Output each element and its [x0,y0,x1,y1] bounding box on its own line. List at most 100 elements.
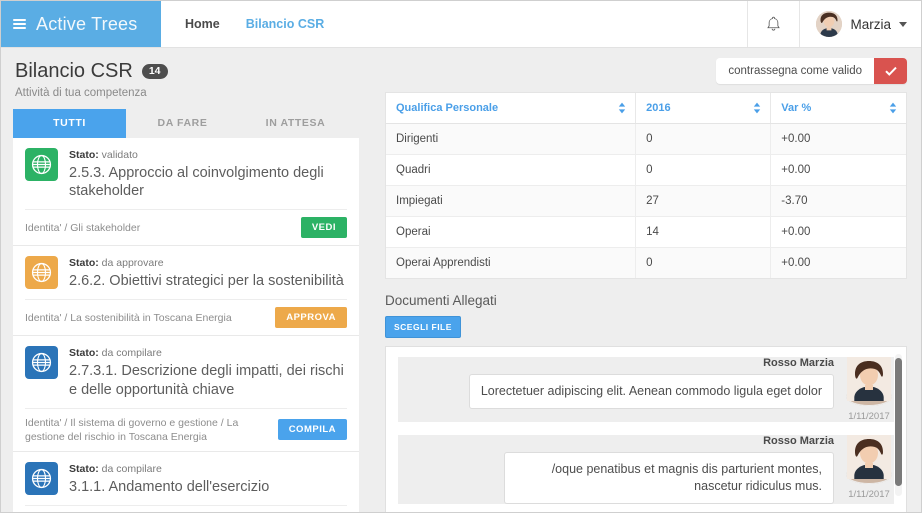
cell-var: +0.00 [770,247,906,278]
cell-qualifica: Impiegati [386,185,637,217]
task-main: Stato: da approvare 2.6.2. Obiettivi str… [25,256,347,290]
table-row: Impiegati 27 -3.70 [386,185,906,217]
task-status-value: da compilare [101,462,162,475]
cell-2016: 27 [635,185,772,217]
cell-var: -3.70 [770,185,906,217]
task-count-badge: 14 [141,63,168,80]
nav-links: Home Bilancio CSR [161,1,324,47]
page-title: Bilancio CSR [15,60,133,82]
task-main: Stato: da compilare 2.7.3.1. Descrizione… [25,346,347,398]
table-header-row: Qualifica Personale 2016 Var % [386,93,906,124]
comment-author: Rosso Marzia [763,357,834,369]
task-title: 3.1.1. Andamento dell'esercizio [69,478,270,495]
cell-qualifica: Operai [386,216,637,248]
table-row: Operai Apprendisti 0 +0.00 [386,247,906,278]
task-item[interactable]: Stato: da compilare 3.1.1. Andamento del… [13,451,359,512]
validate-control[interactable]: contrassegna come valido [716,58,907,84]
task-status-value: validato [101,149,138,161]
avatar [846,435,892,484]
globe-icon [25,346,58,380]
task-status-label: Stato: [69,462,99,475]
page-title-row: Bilancio CSR 14 [15,60,357,83]
comments-scrollbar[interactable] [895,354,902,496]
col-header-var[interactable]: Var % [770,93,906,124]
globe-icon [25,461,58,495]
cell-2016: 0 [635,123,772,155]
sort-updown-icon[interactable] [753,102,761,114]
app-window: Active Trees Home Bilancio CSR Marzia Bi… [0,0,922,513]
cell-2016: 14 [635,216,772,248]
comment-body: Rosso Marzia /oque penatibus et magnis d… [398,435,834,504]
personnel-table-card: Qualifica Personale 2016 Var % Dirigenti… [385,92,907,279]
task-item[interactable]: Stato: da approvare 2.6.2. Obiettivi str… [13,246,359,337]
nav-link-home[interactable]: Home [185,17,220,31]
comment-author: Rosso Marzia [763,435,834,447]
task-item[interactable]: Stato: validato 2.5.3. Approccio al coin… [13,138,359,247]
tab-da-fare[interactable]: DA FARE [126,109,239,138]
page-subtitle: Attività di tua competenza [15,87,147,99]
task-text: Stato: da compilare 3.1.1. Andamento del… [69,462,347,496]
task-action-button[interactable]: VEDI [300,217,347,239]
brand-area[interactable]: Active Trees [1,1,161,47]
bell-icon [767,16,781,31]
task-text: Stato: validato 2.5.3. Approccio al coin… [69,148,347,200]
top-navbar: Active Trees Home Bilancio CSR Marzia [1,1,921,48]
task-action-button[interactable]: COMPILA [277,419,347,441]
sort-updown-icon[interactable] [618,102,626,114]
col-header-2016[interactable]: 2016 [635,93,772,124]
comment-date: 1/11/2017 [848,489,890,500]
task-footer: Identita' / La sostenibilità in Toscana … [25,299,347,335]
sort-updown-icon[interactable] [889,102,897,114]
comment-date: 1/11/2017 [848,411,890,422]
globe-icon [25,256,58,290]
task-list[interactable]: Stato: validato 2.5.3. Approccio al coin… [13,138,359,512]
hamburger-icon[interactable] [13,19,26,29]
task-status-label: Stato: [69,347,99,360]
table-row: Dirigenti 0 +0.00 [386,123,906,155]
comment-item: 1/11/2017 Rosso Marzia Lorectetuer adipi… [398,357,894,422]
task-status-label: Stato: [69,257,99,270]
right-panel: contrassegna come valido Qualifica Perso… [371,48,921,512]
comment-meta: 1/11/2017 [844,357,894,422]
nav-right: Marzia [747,1,921,47]
task-status-label: Stato: [69,149,99,161]
avatar [846,357,892,406]
table-row: Quadri 0 +0.00 [386,154,906,186]
notifications-button[interactable] [748,16,799,32]
globe-icon [25,148,58,181]
validate-bar: contrassegna come valido [371,48,921,92]
caret-down-icon[interactable] [899,21,907,27]
task-action-button[interactable]: APPROVA [275,307,347,329]
cell-var: +0.00 [770,123,906,155]
task-main: Stato: validato 2.5.3. Approccio al coin… [25,148,347,200]
cell-2016: 0 [635,154,772,186]
choose-file-button[interactable]: SCEGLI FILE [385,316,461,338]
nav-link-bilancio-csr[interactable]: Bilancio CSR [246,17,325,31]
task-footer: Identita' / Il sistema di governo e gest… [25,407,347,451]
task-title: 2.6.2. Obiettivi strategici per la soste… [69,273,344,290]
col-header-qualifica-label: Qualifica Personale [396,102,499,114]
page-header: Bilancio CSR 14 Attività di tua competen… [1,48,371,99]
task-item[interactable]: Stato: da compilare 2.7.3.1. Descrizione… [13,336,359,452]
task-title: 2.5.3. Approccio al coinvolgimento degli… [69,165,324,200]
task-breadcrumb: Identita' / Gli stakeholder [25,221,141,234]
left-panel: Bilancio CSR 14 Attività di tua competen… [1,48,371,512]
comments-panel[interactable]: 1/11/2017 Rosso Marzia Lorectetuer adipi… [385,346,907,512]
task-footer: Identita' / Gli stakeholder VEDI [25,209,347,245]
task-status: Stato: da compilare [69,463,347,475]
col-header-qualifica[interactable]: Qualifica Personale [386,93,637,124]
validate-check-button[interactable] [874,58,907,84]
comment-text: /oque penatibus et magnis dis parturient… [504,452,834,504]
comments-scrollbar-thumb[interactable] [895,358,902,486]
comment-item: 1/11/2017 Rosso Marzia /oque penatibus e… [398,435,894,504]
cell-qualifica: Dirigenti [386,123,637,155]
task-main: Stato: da compilare 3.1.1. Andamento del… [25,461,347,496]
cell-2016: 0 [635,247,772,278]
tab-in-attesa[interactable]: IN ATTESA [239,109,352,138]
user-name: Marzia [850,16,891,32]
user-menu[interactable]: Marzia [800,11,921,37]
task-status: Stato: da approvare [69,257,347,269]
task-text: Stato: da approvare 2.6.2. Obiettivi str… [69,256,347,290]
task-title: 2.7.3.1. Descrizione degli impatti, dei … [69,363,344,398]
tab-tutti[interactable]: TUTTI [13,109,126,138]
